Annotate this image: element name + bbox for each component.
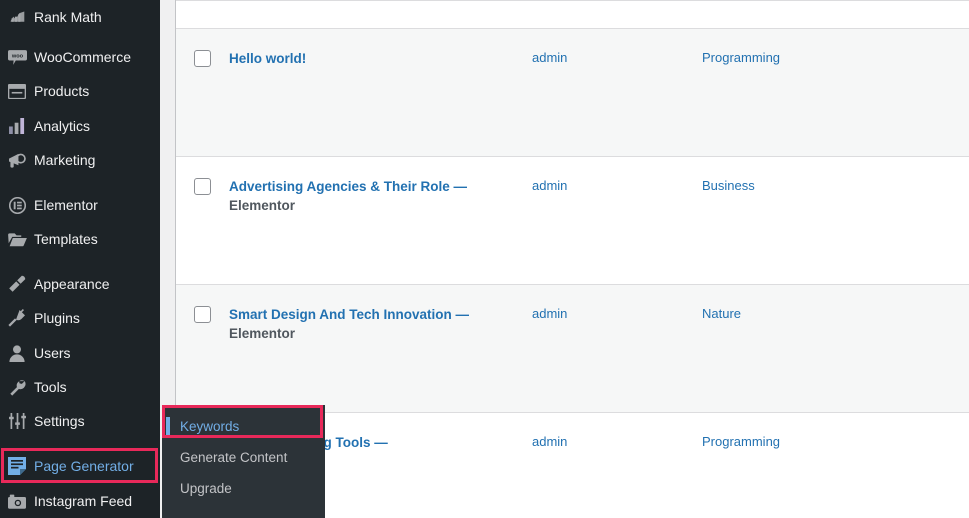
instagram-camera-icon xyxy=(0,494,34,509)
sidebar-item-label: Marketing xyxy=(34,152,96,168)
post-author-link[interactable]: admin xyxy=(530,285,700,321)
sidebar-item-appearance[interactable]: Appearance xyxy=(0,267,160,301)
post-title-link[interactable]: Advertising Agencies & Their Role — Elem… xyxy=(220,157,530,215)
post-category-link[interactable]: Nature xyxy=(700,285,969,321)
sidebar-item-woocommerce[interactable]: woo WooCommerce xyxy=(0,40,160,74)
post-title-suffix: Elementor xyxy=(229,198,296,213)
submenu-item-generate-content[interactable]: Generate Content xyxy=(162,442,325,473)
sidebar-item-settings[interactable]: Settings xyxy=(0,404,160,438)
sidebar-item-label: WooCommerce xyxy=(34,49,131,65)
submenu-item-label: Upgrade xyxy=(180,481,232,496)
marketing-megaphone-icon xyxy=(0,152,34,169)
admin-screen: Rank Math woo WooCommerce Products Analy… xyxy=(0,0,969,518)
sidebar-item-label: Settings xyxy=(34,413,85,429)
sidebar-item-label: Plugins xyxy=(34,310,80,326)
table-row: Smart Design And Tech Innovation — Eleme… xyxy=(176,284,969,413)
row-select-checkbox[interactable] xyxy=(194,50,211,67)
sidebar-item-label: Page Generator xyxy=(34,458,134,474)
sidebar-item-label: Analytics xyxy=(34,118,91,134)
row-title-cell: Advertising Agencies & Their Role — Elem… xyxy=(220,156,530,285)
rank-math-icon xyxy=(0,9,34,26)
admin-sidebar: Rank Math woo WooCommerce Products Analy… xyxy=(0,0,160,518)
products-icon xyxy=(0,83,34,99)
sidebar-item-label: Users xyxy=(34,345,71,361)
sidebar-item-label: Products xyxy=(34,83,90,99)
post-category-link[interactable]: Programming xyxy=(700,29,969,65)
users-icon xyxy=(0,344,34,362)
svg-text:woo: woo xyxy=(10,53,23,59)
sidebar-item-label: Instagram Feed xyxy=(34,493,133,509)
table-top-spacer xyxy=(176,0,969,29)
sidebar-item-plugins[interactable]: Plugins xyxy=(0,301,160,335)
page-generator-icon xyxy=(0,457,34,475)
submenu-item-label: Keywords xyxy=(180,419,240,434)
plugins-plug-icon xyxy=(0,309,34,327)
tools-wrench-icon xyxy=(0,379,34,396)
analytics-icon xyxy=(0,118,34,134)
row-checkbox-cell xyxy=(176,284,220,413)
elementor-icon xyxy=(0,196,34,214)
row-select-checkbox[interactable] xyxy=(194,178,211,195)
sidebar-item-label: Templates xyxy=(34,231,98,247)
post-author-link[interactable]: admin xyxy=(530,413,700,449)
row-category-cell: Programming xyxy=(700,28,969,157)
sidebar-item-users[interactable]: Users xyxy=(0,336,160,370)
sidebar-item-elementor[interactable]: Elementor xyxy=(0,188,160,222)
sidebar-item-templates[interactable]: Templates xyxy=(0,222,160,256)
table-row: Advertising Agencies & Their Role — Elem… xyxy=(176,156,969,285)
sidebar-item-label: Appearance xyxy=(34,276,110,292)
sidebar-item-label: Elementor xyxy=(34,197,98,213)
sidebar-item-instagram-feed[interactable]: Instagram Feed xyxy=(0,484,160,518)
sidebar-item-label: Rank Math xyxy=(34,9,102,25)
submenu-item-label: Generate Content xyxy=(180,450,288,465)
row-title-cell: Smart Design And Tech Innovation — Eleme… xyxy=(220,284,530,413)
sidebar-item-marketing[interactable]: Marketing xyxy=(0,143,160,177)
page-generator-submenu: Keywords Generate Content Upgrade xyxy=(162,405,325,518)
submenu-item-upgrade[interactable]: Upgrade xyxy=(162,473,325,504)
submenu-item-keywords[interactable]: Keywords xyxy=(162,411,325,442)
post-author-link[interactable]: admin xyxy=(530,157,700,193)
row-author-cell: admin xyxy=(530,28,700,157)
post-category-link[interactable]: Business xyxy=(700,157,969,193)
row-author-cell: admin xyxy=(530,412,700,518)
appearance-brush-icon xyxy=(0,275,34,293)
table-row: Hello world! admin Programming xyxy=(176,28,969,157)
row-author-cell: admin xyxy=(530,284,700,413)
sidebar-item-rank-math[interactable]: Rank Math xyxy=(0,0,160,34)
post-category-link[interactable]: Programming xyxy=(700,413,969,449)
post-title-suffix: Elementor xyxy=(229,326,296,341)
sidebar-item-label: Tools xyxy=(34,379,67,395)
row-checkbox-cell xyxy=(176,28,220,157)
sidebar-item-products[interactable]: Products xyxy=(0,74,160,108)
post-author-link[interactable]: admin xyxy=(530,29,700,65)
row-checkbox-cell xyxy=(176,156,220,285)
row-title-cell: Hello world! xyxy=(220,28,530,157)
row-category-cell: Programming xyxy=(700,412,969,518)
woocommerce-icon: woo xyxy=(0,49,34,66)
row-select-checkbox[interactable] xyxy=(194,306,211,323)
row-category-cell: Business xyxy=(700,156,969,285)
post-title-link[interactable]: Hello world! xyxy=(220,29,530,68)
settings-sliders-icon xyxy=(0,413,34,429)
sidebar-item-analytics[interactable]: Analytics xyxy=(0,109,160,143)
sidebar-item-page-generator[interactable]: Page Generator xyxy=(0,449,160,483)
sidebar-item-tools[interactable]: Tools xyxy=(0,370,160,404)
post-title-link[interactable]: Smart Design And Tech Innovation — Eleme… xyxy=(220,285,530,343)
templates-folder-icon xyxy=(0,232,34,247)
row-category-cell: Nature xyxy=(700,284,969,413)
row-author-cell: admin xyxy=(530,156,700,285)
